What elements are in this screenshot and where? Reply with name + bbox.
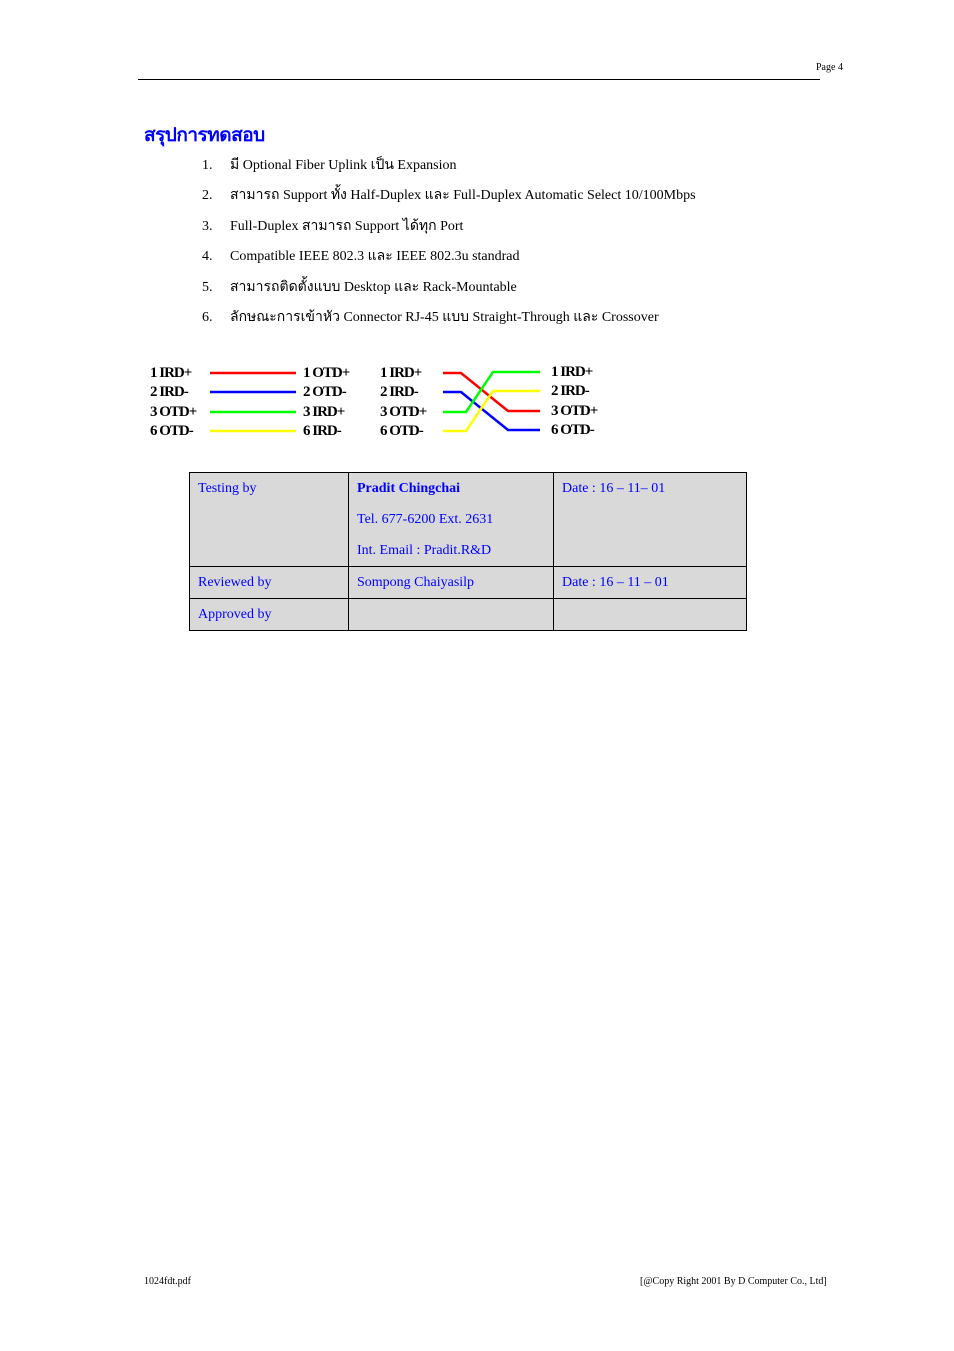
straight-right-pin: 1 OTD+ [303,365,350,381]
crossover-left-pin: 1 IRD+ [380,365,422,381]
testing-date: Date : 16 – 11– 01 [562,481,666,496]
crossover-right-pin: 2 IRD- [551,383,590,399]
section-title: สรุปการทดสอบ [144,125,265,146]
reviewer-name: Sompong Chaiyasilp [357,575,475,590]
reviewed-label: Reviewed by [198,575,272,590]
reviewed-label-cell: Reviewed by [189,566,349,599]
list-text: Compatible IEEE 802.3 และ IEEE 802.3u st… [230,249,520,265]
reviewed-person-cell: Sompong Chaiyasilp [348,566,554,599]
straight-left-pin: 1 IRD+ [150,365,192,381]
list-text: สามารถติดตั้งแบบ Desktop และ Rack-Mounta… [230,279,517,295]
list-number: 5. [202,279,213,295]
straight-right-pin: 6 IRD- [303,423,342,439]
approved-date-cell [553,598,747,631]
list-number: 1. [202,158,213,173]
approved-person-cell [348,598,554,631]
list-item: 4. Compatible IEEE 802.3 และ IEEE 802.3u … [202,247,696,277]
list-text: สามารถ Support ทั้ง Half-Duplex และ Full… [230,188,696,204]
crossover-left-pin: 2 IRD- [380,384,419,400]
straight-right-pin: 2 OTD- [303,384,347,400]
straight-left-pin: 2 IRD- [150,384,189,400]
list-number: 6. [202,309,213,325]
table-row: Approved by [189,598,747,631]
list-item: 5. สามารถติดตั้งแบบ Desktop และ Rack-Moun… [202,278,696,308]
wiring-diagram: 1 IRD+ 2 IRD- 3 OTD+ 6 OTD- 1 OTD+ 2 OTD… [148,360,618,445]
signoff-table: Testing by Pradit Chingchai Tel. 677-620… [189,472,747,631]
list-item: 2. สามารถ Support ทั้ง Half-Duplex และ Fu… [202,186,696,216]
footer-filename: 1024fdt.pdf [144,1276,191,1287]
approved-date [562,599,738,630]
table-row: Reviewed by Sompong Chaiyasilp Date : 16… [189,566,747,599]
crossover-right-pin: 6 OTD- [551,422,595,438]
approved-label: Approved by [198,607,272,622]
list-item: 3. Full-Duplex สามารถ Support ได้ทุก Port [202,217,696,247]
list-text: Full-Duplex สามารถ Support ได้ทุก Port [230,218,464,234]
list-text: มี Optional Fiber Uplink เป็น Expansion [230,158,457,173]
approver-name [357,599,545,630]
tester-phone: Tel. 677-6200 Ext. 2631 [357,512,494,527]
reviewed-date-cell: Date : 16 – 11 – 01 [553,566,747,599]
list-number: 2. [202,188,213,204]
approved-label-cell: Approved by [189,598,349,631]
testing-label-cell: Testing by [189,472,349,567]
testing-label: Testing by [198,481,257,496]
straight-right-pin: 3 IRD+ [303,404,345,420]
table-row: Testing by Pradit Chingchai Tel. 677-620… [189,472,747,567]
header-rule [138,79,820,80]
crossover-left-pin: 6 OTD- [380,423,424,439]
reviewed-date: Date : 16 – 11 – 01 [562,575,669,590]
summary-list: 1. มี Optional Fiber Uplink เป็น Expansio… [202,156,696,338]
crossover-right-pin: 3 OTD+ [551,403,598,419]
testing-person-cell: Pradit Chingchai Tel. 677-6200 Ext. 2631… [348,472,554,567]
list-text: ลักษณะการเข้าหัว Connector RJ-45 แบบ Str… [230,309,659,325]
tester-name: Pradit Chingchai [357,481,461,496]
list-item: 6. ลักษณะการเข้าหัว Connector RJ-45 แบบ S… [202,308,696,338]
footer-copyright: [@Copy Right 2001 By D Computer Co., Ltd… [640,1276,827,1287]
crossover-right-pin: 1 IRD+ [551,364,593,380]
crossover-left-pin: 3 OTD+ [380,404,427,420]
list-number: 3. [202,218,213,234]
straight-left-pin: 6 OTD- [150,423,194,439]
list-number: 4. [202,249,213,265]
page-number: Page 4 [816,62,843,73]
list-item: 1. มี Optional Fiber Uplink เป็น Expansio… [202,156,696,186]
tester-email: Int. Email : Pradit.R&D [357,543,492,558]
testing-date-cell: Date : 16 – 11– 01 [553,472,747,567]
straight-left-pin: 3 OTD+ [150,404,197,420]
